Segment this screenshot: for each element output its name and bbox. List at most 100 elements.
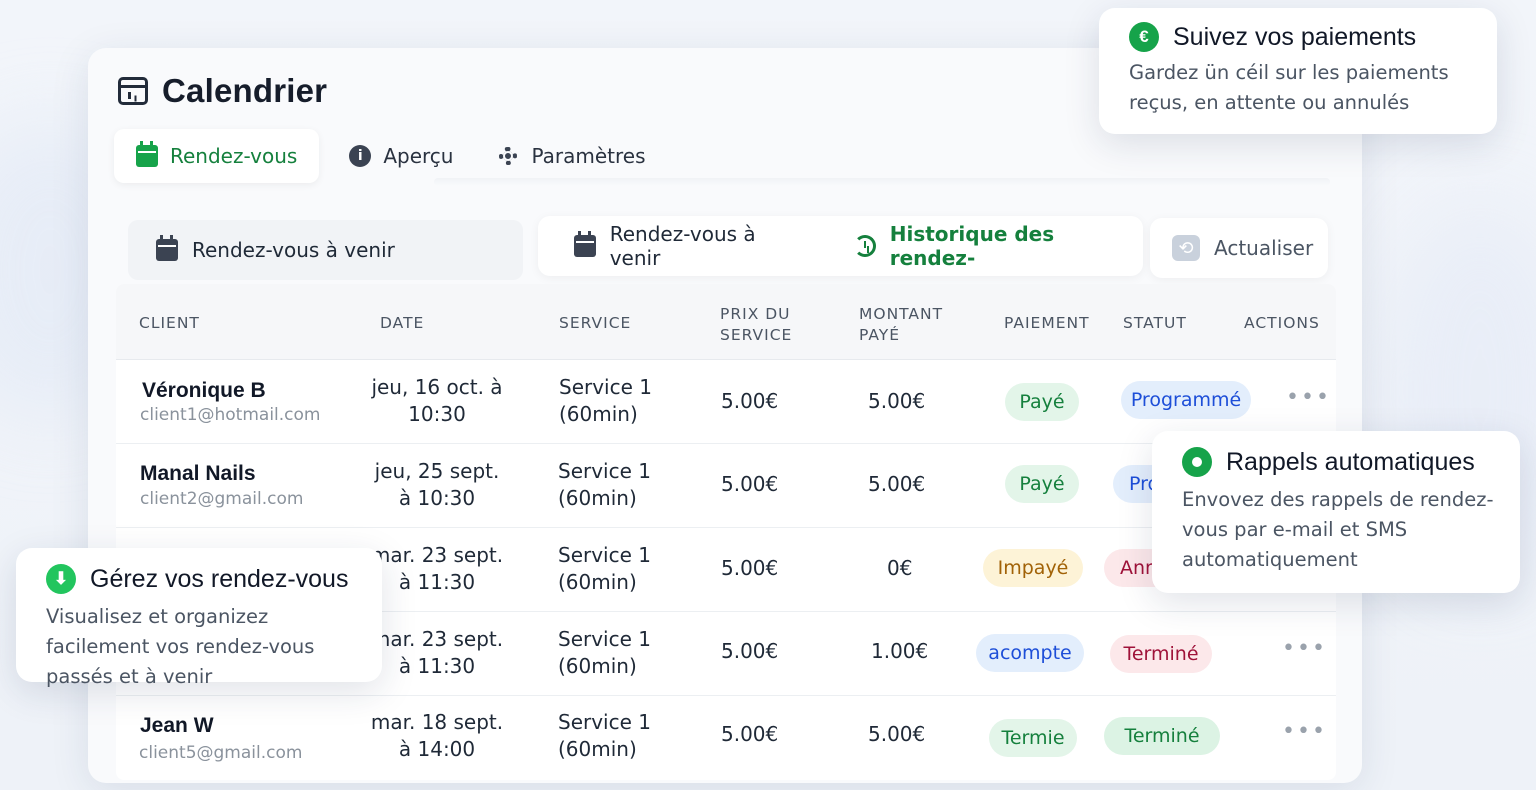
- service-line2: (60min): [559, 402, 638, 426]
- page-title: Calendrier: [162, 72, 328, 109]
- service-name: Service 1 (60min): [559, 374, 652, 428]
- service-price: 5.00€: [721, 722, 779, 746]
- table-row[interactable]: Véronique B client1@hotmail.com jeu, 16 …: [116, 360, 1336, 444]
- service-line1: Service 1: [559, 375, 652, 399]
- amount-paid: 0€: [887, 556, 913, 580]
- date-line1: jeu, 16 oct. à: [371, 375, 503, 399]
- service-price: 5.00€: [721, 556, 779, 580]
- date-line2: à 14:00: [398, 737, 476, 761]
- tab-label: Paramètres: [531, 144, 646, 168]
- gear-icon: [497, 145, 519, 167]
- filter-upcoming-left[interactable]: Rendez-vous à venir: [128, 220, 523, 280]
- client-name: Manal Nails: [140, 462, 256, 485]
- tooltip-title: Rappels automatiques: [1182, 447, 1502, 477]
- date-line2: à 11:30: [398, 570, 476, 594]
- tooltip-reminders: Rappels automatiques Envovez des rappels…: [1152, 431, 1520, 593]
- amount-paid: 5.00€: [868, 472, 926, 496]
- payment-badge: Payé: [1005, 465, 1079, 503]
- calendar-icon: [118, 77, 148, 105]
- header-price-line1: PRIX DU: [720, 305, 791, 323]
- filter-history-label: Historique des rendez-: [889, 222, 1055, 270]
- service-price: 5.00€: [721, 472, 779, 496]
- date-line2: à 10:30: [398, 486, 476, 510]
- service-price: 5.00€: [721, 389, 779, 413]
- page-header: Calendrier: [118, 72, 327, 110]
- refresh-button[interactable]: Actualiser: [1150, 218, 1328, 278]
- amount-paid: 5.00€: [868, 722, 926, 746]
- calendar-icon: [574, 231, 596, 257]
- service-line1: Service 1: [558, 459, 651, 483]
- service-name: Service 1 (60min): [558, 626, 651, 680]
- header-price: PRIX DU SERVICE: [720, 304, 792, 346]
- appointment-date: mar. 23 sept. à 11:30: [366, 626, 508, 680]
- appointment-date: jeu, 25 sept. à 10:30: [366, 458, 508, 512]
- service-line1: Service 1: [558, 710, 651, 734]
- appointment-date: mar. 18 sept. à 14:00: [366, 709, 508, 763]
- refresh-label: Actualiser: [1214, 236, 1314, 260]
- client-name: Jean W: [140, 714, 214, 737]
- history-icon: [853, 235, 876, 257]
- euro-icon: €: [1129, 22, 1159, 52]
- service-line2: (60min): [558, 570, 637, 594]
- tooltip-title-text: Rappels automatiques: [1226, 447, 1475, 476]
- filter-label: Rendez-vous à venir: [192, 238, 395, 262]
- header-paid-line1: MONTANT: [859, 305, 944, 323]
- calendar-icon: [156, 235, 178, 261]
- row-actions-button[interactable]: •••: [1282, 719, 1327, 744]
- calendar-icon: [136, 141, 158, 167]
- client-name: Véronique B: [142, 379, 266, 402]
- payment-badge: Termie: [989, 719, 1077, 757]
- service-name: Service 1 (60min): [558, 709, 651, 763]
- service-line1: Service 1: [558, 627, 651, 651]
- tab-bar: Rendez-vous i Aperçu Paramètres: [114, 126, 1330, 186]
- payment-badge: acompte: [976, 634, 1084, 672]
- filter-upcoming-right[interactable]: Rendez-vous à venir: [610, 222, 810, 270]
- payment-badge: Payé: [1005, 383, 1079, 421]
- header-actions: ACTIONS: [1244, 314, 1320, 332]
- date-line1: jeu, 25 sept.: [374, 459, 500, 483]
- tab-apercu[interactable]: i Aperçu: [327, 129, 475, 183]
- header-client: CLIENT: [139, 314, 200, 332]
- filter-toggle-group: Rendez-vous à venir Historique des rende…: [538, 216, 1143, 276]
- table-row[interactable]: Jean W client5@gmail.com mar. 18 sept. à…: [116, 696, 1336, 780]
- download-icon: ⬇: [46, 564, 76, 594]
- tooltip-body: Envovez des rappels de rendez-vous par e…: [1182, 488, 1494, 571]
- tab-label: Rendez-vous: [170, 144, 298, 168]
- tooltip-body: Visualisez et organizez facilement vos r…: [46, 605, 315, 688]
- tooltip-payments: € Suivez vos paiements Gardez ün céil su…: [1099, 8, 1497, 134]
- tab-parametres[interactable]: Paramètres: [475, 129, 667, 183]
- filter-bar: Rendez-vous à venir Rendez-vous à venir …: [128, 216, 1330, 284]
- table-header: CLIENT DATE SERVICE PRIX DU SERVICE MONT…: [116, 284, 1336, 360]
- tab-divider: [434, 178, 1330, 186]
- record-icon: [1182, 447, 1212, 477]
- refresh-icon: [1172, 235, 1200, 261]
- header-price-line2: SERVICE: [720, 326, 793, 344]
- date-line2: 10:30: [408, 402, 466, 426]
- header-paid-line2: PAYÉ: [859, 326, 901, 344]
- header-date: DATE: [380, 314, 425, 332]
- status-badge: Terminé: [1110, 635, 1212, 673]
- tooltip-title: ⬇ Gérez vos rendez-vous: [46, 564, 370, 594]
- service-line2: (60min): [558, 486, 637, 510]
- header-status: STATUT: [1123, 314, 1187, 332]
- tooltip-title-text: Gérez vos rendez-vous: [90, 564, 349, 593]
- date-line1: mar. 18 sept.: [370, 710, 504, 734]
- appointment-date: jeu, 16 oct. à 10:30: [366, 374, 508, 428]
- client-email: client5@gmail.com: [139, 743, 303, 763]
- appointment-date: mar. 23 sept. à 11:30: [366, 542, 508, 596]
- tab-label: Aperçu: [383, 144, 454, 168]
- service-line1: Service 1: [558, 543, 651, 567]
- row-actions-button[interactable]: •••: [1282, 636, 1327, 661]
- amount-paid: 1.00€: [871, 639, 929, 663]
- tooltip-manage: ⬇ Gérez vos rendez-vous Visualisez et or…: [16, 548, 382, 688]
- client-email: client1@hotmail.com: [140, 405, 321, 425]
- tab-rendez-vous[interactable]: Rendez-vous: [114, 129, 320, 183]
- date-line1: mar. 23 sept.: [370, 627, 504, 651]
- date-line2: à 11:30: [398, 654, 476, 678]
- service-line2: (60min): [558, 737, 637, 761]
- filter-history[interactable]: Historique des rendez-: [853, 222, 1143, 270]
- tooltip-title-text: Suivez vos paiements: [1173, 22, 1417, 51]
- status-badge: Terminé: [1104, 717, 1220, 755]
- header-service: SERVICE: [559, 314, 632, 332]
- row-actions-button[interactable]: •••: [1286, 385, 1331, 410]
